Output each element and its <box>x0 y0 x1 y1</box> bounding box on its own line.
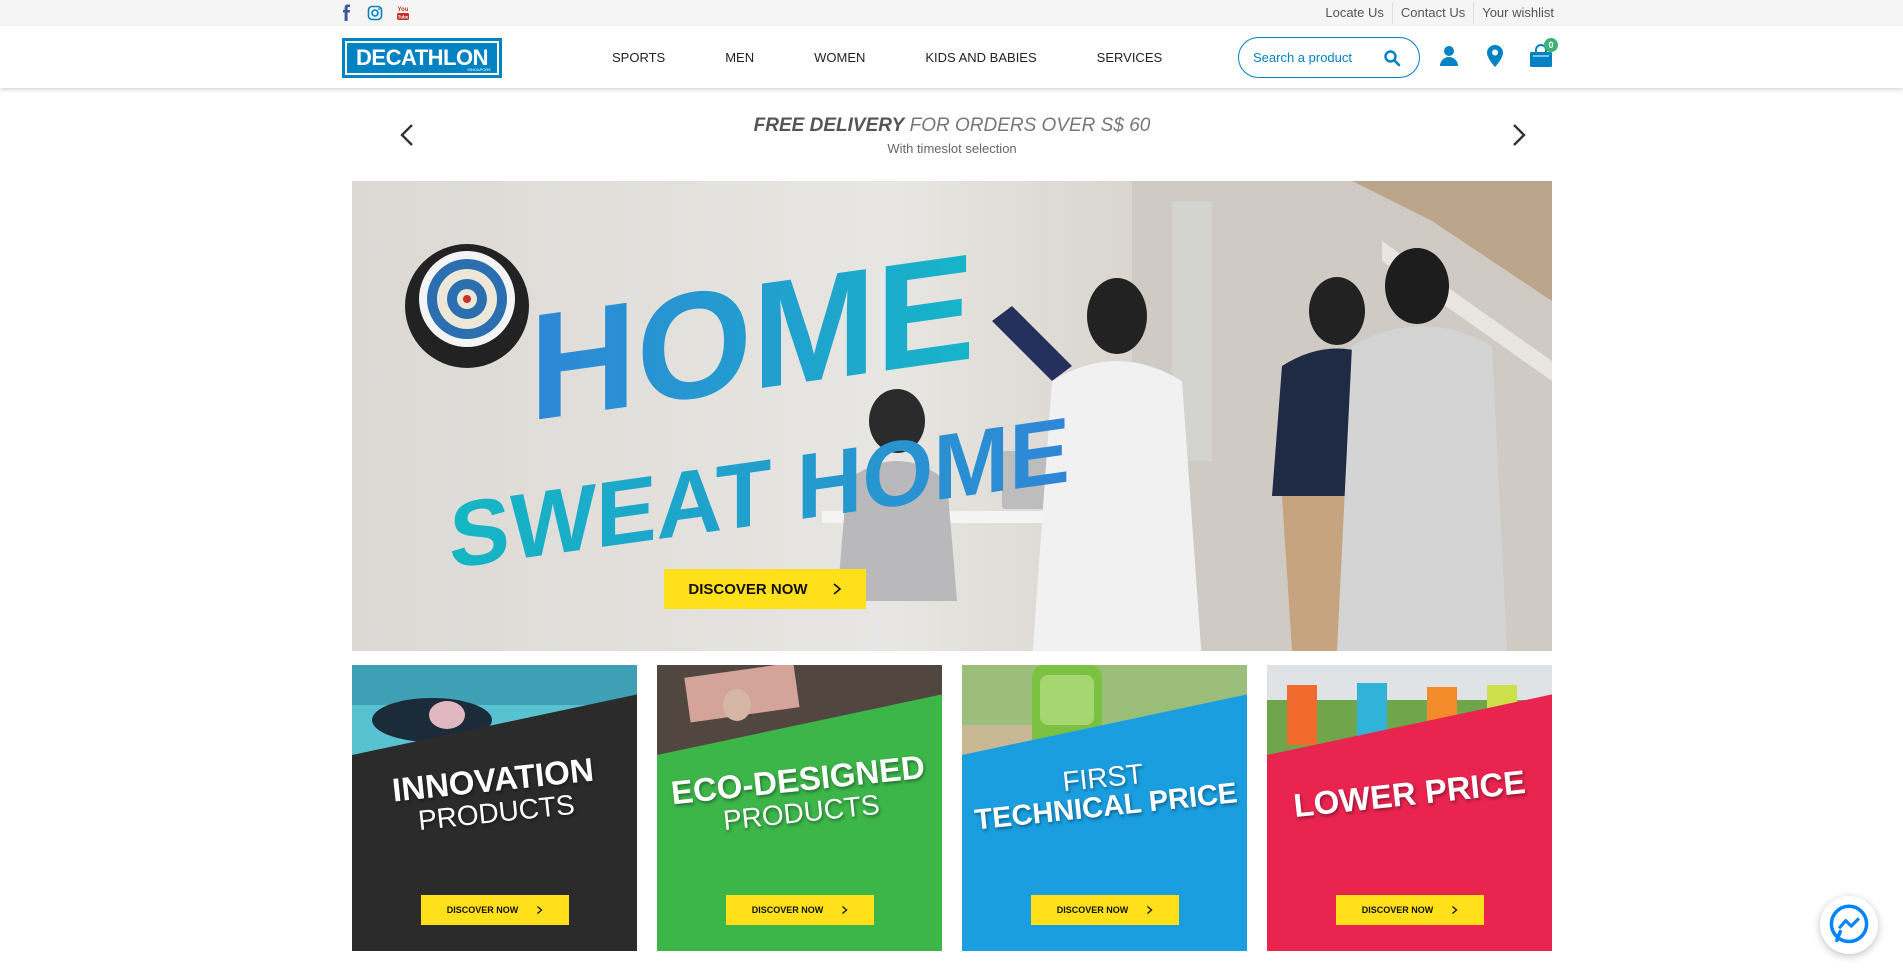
nav-services[interactable]: SERVICES <box>1097 50 1163 65</box>
chevron-right-icon <box>1147 906 1153 914</box>
chevron-right-icon <box>833 583 841 595</box>
promo-title: FREE DELIVERY FOR ORDERS OVER S$ 60 <box>352 115 1552 137</box>
logo-region: SINGAPORE <box>467 67 491 72</box>
chevron-right-icon <box>537 906 543 914</box>
hero-banner[interactable]: HOME SWEAT HOME DISCOVER NOW <box>352 181 1552 651</box>
card-discover-label: DISCOVER NOW <box>446 905 519 915</box>
card-innovation-products[interactable]: INNOVATION PRODUCTS DISCOVER NOW <box>352 665 637 951</box>
facebook-icon[interactable] <box>338 4 356 22</box>
promo-carousel: FREE DELIVERY FOR ORDERS OVER S$ 60 With… <box>352 105 1552 165</box>
category-cards: INNOVATION PRODUCTS DISCOVER NOW ECO-DES… <box>352 665 1552 951</box>
promo-title-bold: FREE DELIVERY <box>753 115 905 136</box>
user-icon[interactable] <box>1436 43 1462 69</box>
card-discover-label: DISCOVER NOW <box>751 905 824 915</box>
messenger-chat-button[interactable] <box>1820 896 1878 954</box>
top-links: Locate Us Contact Us Your wishlist <box>1317 0 1562 26</box>
card-eco-designed-products[interactable]: ECO-DESIGNED PRODUCTS DISCOVER NOW <box>657 665 942 951</box>
youtube-icon[interactable]: You Tube <box>394 4 412 22</box>
cart-icon[interactable]: 0 <box>1528 38 1558 69</box>
search-input[interactable] <box>1253 50 1383 65</box>
instagram-icon[interactable] <box>366 4 384 22</box>
card-discover-button[interactable]: DISCOVER NOW <box>421 895 569 925</box>
svg-text:You: You <box>398 7 409 13</box>
hero-discover-button[interactable]: DISCOVER NOW <box>664 569 866 609</box>
promo-subtitle: With timeslot selection <box>887 141 1017 156</box>
locate-us-link[interactable]: Locate Us <box>1317 2 1392 24</box>
wishlist-link[interactable]: Your wishlist <box>1473 2 1562 24</box>
hero-artwork: HOME SWEAT HOME <box>405 181 1552 651</box>
card-discover-button[interactable]: DISCOVER NOW <box>1031 895 1179 925</box>
promo-next-arrow-icon[interactable] <box>1506 121 1530 149</box>
decathlon-logo[interactable]: DECATHLON SINGAPORE <box>342 38 502 78</box>
chevron-right-icon <box>1452 906 1458 914</box>
contact-us-link[interactable]: Contact Us <box>1391 2 1473 24</box>
main-nav: SPORTS MEN WOMEN KIDS AND BABIES SERVICE… <box>612 26 1222 88</box>
search-box <box>1238 37 1420 78</box>
card-discover-label: DISCOVER NOW <box>1056 905 1129 915</box>
card-discover-label: DISCOVER NOW <box>1361 905 1434 915</box>
cart-count-badge: 0 <box>1544 38 1558 52</box>
location-pin-icon[interactable] <box>1482 43 1508 69</box>
nav-kids-and-babies[interactable]: KIDS AND BABIES <box>925 50 1036 65</box>
social-links: You Tube <box>338 4 412 22</box>
nav-men[interactable]: MEN <box>725 50 754 65</box>
search-icon[interactable] <box>1383 49 1401 67</box>
card-discover-button[interactable]: DISCOVER NOW <box>1336 895 1484 925</box>
hero-discover-label: DISCOVER NOW <box>688 580 808 598</box>
card-first-technical-price[interactable]: FIRST TECHNICAL PRICE DISCOVER NOW <box>962 665 1247 951</box>
header-icons: 0 <box>1436 38 1558 69</box>
card-discover-button[interactable]: DISCOVER NOW <box>726 895 874 925</box>
messenger-icon <box>1829 904 1869 944</box>
nav-sports[interactable]: SPORTS <box>612 50 665 65</box>
svg-text:Tube: Tube <box>398 14 409 19</box>
logo-frame: DECATHLON SINGAPORE <box>345 41 499 75</box>
card-lower-price[interactable]: LOWER PRICE DISCOVER NOW <box>1267 665 1552 951</box>
nav-women[interactable]: WOMEN <box>814 50 865 65</box>
promo-title-rest: FOR ORDERS OVER S$ 60 <box>909 115 1151 136</box>
chevron-right-icon <box>842 906 848 914</box>
top-bar: You Tube Locate Us Contact Us Your wishli… <box>0 0 1903 26</box>
main-header: DECATHLON SINGAPORE SPORTS MEN WOMEN KID… <box>0 26 1903 88</box>
